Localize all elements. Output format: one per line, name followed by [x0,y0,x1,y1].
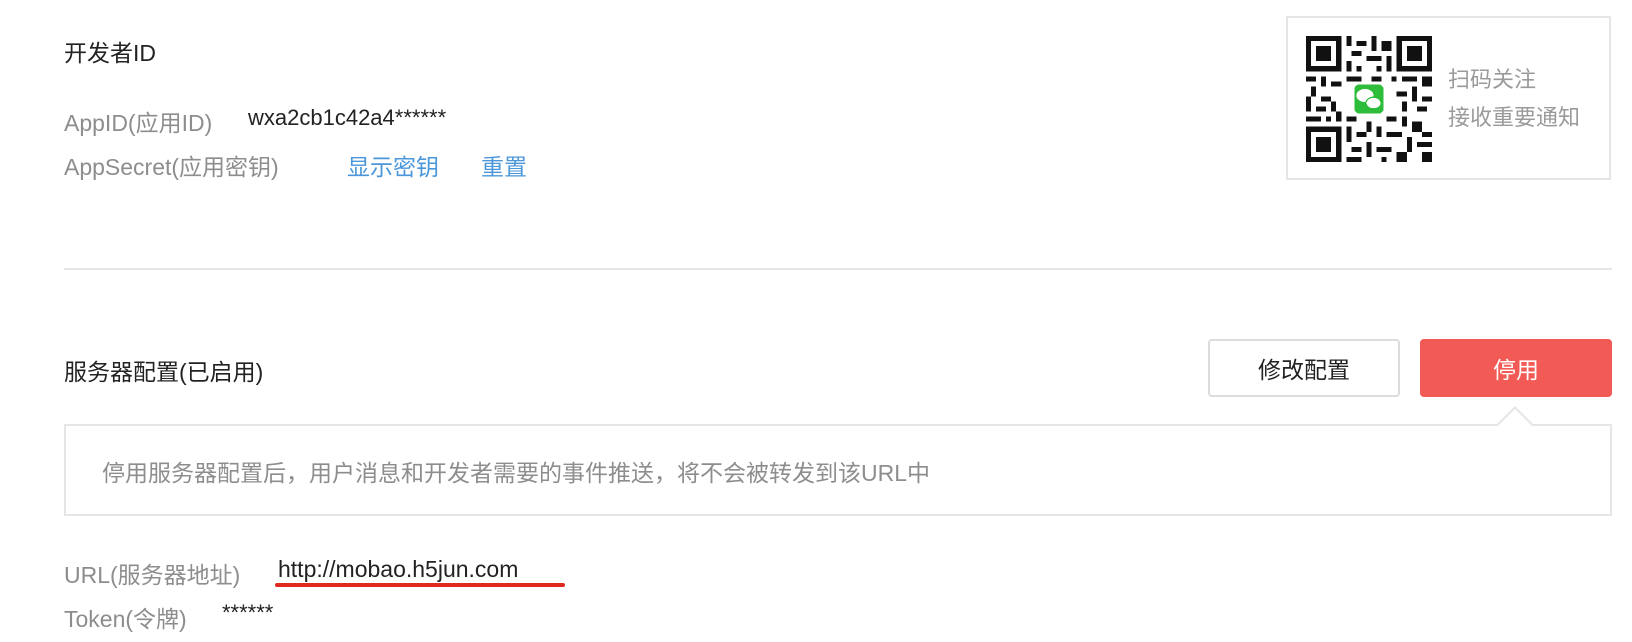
developer-settings-page: 开发者ID AppID(应用ID) wxa2cb1c42a4****** App… [0,0,1632,642]
server-config-title: 服务器配置(已启用) [64,359,264,385]
url-highlight-underline [275,583,565,587]
disable-notice-box: 停用服务器配置后，用户消息和开发者需要的事件推送，将不会被转发到该URL中 [64,424,1612,516]
url-label: URL(服务器地址) [64,562,241,588]
wechat-qr-icon [1306,36,1432,162]
url-value: http://mobao.h5jun.com [278,556,519,582]
disable-button[interactable]: 停用 [1420,339,1612,397]
notice-pointer-inner [1498,409,1532,426]
show-secret-link[interactable]: 显示密钥 [347,148,439,182]
qr-follow-card: 扫码关注 接收重要通知 [1286,16,1611,180]
appid-label: AppID(应用ID) [64,110,213,136]
token-label: Token(令牌) [64,606,187,632]
edit-config-button[interactable]: 修改配置 [1208,339,1400,397]
developer-id-title: 开发者ID [64,40,156,66]
reset-secret-link[interactable]: 重置 [481,148,527,182]
token-value: ****** [222,600,274,625]
section-divider [64,268,1612,270]
appid-value: wxa2cb1c42a4****** [248,105,447,130]
qr-text-notify: 接收重要通知 [1448,105,1581,130]
disable-notice-text: 停用服务器配置后，用户消息和开发者需要的事件推送，将不会被转发到该URL中 [102,460,931,486]
appsecret-label: AppSecret(应用密钥) [64,154,279,180]
qr-text-follow: 扫码关注 [1448,67,1537,92]
